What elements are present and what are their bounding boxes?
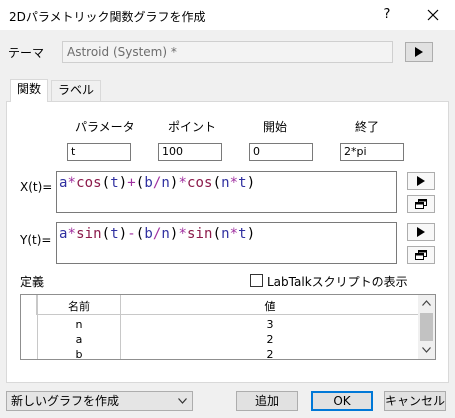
copy-window-icon — [415, 198, 427, 209]
row-value: 2 — [266, 333, 274, 346]
tab-label[interactable]: ラベル — [51, 80, 102, 101]
play-arrow-icon — [415, 47, 423, 57]
y-expression-editor[interactable]: a*sin(t)-(b/n)*sin(n*t) — [56, 222, 397, 264]
close-button[interactable] — [411, 0, 455, 30]
end-input[interactable]: 2*pi — [340, 143, 404, 161]
y-expression-menu-button[interactable] — [407, 223, 435, 241]
show-labtalk-label: LabTalkスクリプトの表示 — [267, 275, 408, 289]
chevron-down-icon — [178, 398, 187, 404]
cancel-button[interactable]: キャンセル — [384, 391, 446, 411]
copy-window-icon — [415, 249, 427, 260]
parameter-input[interactable]: t — [67, 143, 131, 161]
definitions-table[interactable]: 名前 値 n 3 a 2 b 2 — [20, 294, 436, 360]
row-value: 2 — [266, 348, 274, 360]
x-expression-text: a*cos(t)+(b/n)*cos(n*t) — [59, 175, 256, 191]
points-input[interactable]: 100 — [158, 143, 222, 161]
row-name: n — [75, 318, 83, 331]
scrollbar-thumb[interactable] — [420, 313, 433, 341]
row-name: a — [75, 333, 83, 346]
title-bar: 2Dパラメトリック関数グラフを作成 ? — [0, 0, 455, 30]
graph-mode-dropdown[interactable]: 新しいグラフを作成 — [6, 391, 193, 411]
column-header-value: 値 — [264, 300, 276, 313]
row-value: 3 — [266, 318, 274, 331]
y-expression-text: a*sin(t)-(b/n)*sin(n*t) — [59, 226, 256, 242]
y-expression-label: Y(t)= — [20, 233, 52, 247]
play-arrow-icon — [417, 176, 425, 186]
definitions-label: 定義 — [20, 275, 45, 289]
column-header-name: 名前 — [68, 300, 90, 313]
scroll-up-icon[interactable] — [422, 300, 431, 306]
param-header-parameter: パラメータ — [75, 120, 135, 134]
theme-menu-button[interactable] — [405, 42, 433, 62]
table-header: 名前 値 — [21, 295, 419, 315]
ok-button[interactable]: OK — [311, 391, 373, 411]
table-corner — [21, 295, 37, 315]
row-name: b — [75, 348, 83, 360]
scroll-down-icon[interactable] — [422, 347, 431, 353]
table-scrollbar[interactable] — [418, 295, 435, 359]
x-expression-editor[interactable]: a*cos(t)+(b/n)*cos(n*t) — [56, 171, 397, 213]
close-icon — [427, 9, 439, 21]
add-button[interactable]: 追加 — [236, 391, 298, 411]
help-button[interactable]: ? — [374, 0, 400, 30]
show-labtalk-checkbox[interactable] — [250, 274, 263, 287]
window-title: 2Dパラメトリック関数グラフを作成 — [9, 10, 206, 24]
graph-mode-value: 新しいグラフを作成 — [11, 394, 120, 408]
start-input[interactable]: 0 — [249, 143, 313, 161]
x-expression-label: X(t)= — [20, 180, 53, 194]
param-header-end: 終了 — [355, 120, 380, 134]
theme-label: テーマ — [8, 46, 45, 60]
play-arrow-icon — [417, 227, 425, 237]
x-expression-menu-button[interactable] — [407, 172, 435, 190]
param-header-points: ポイント — [168, 120, 217, 134]
param-header-start: 開始 — [263, 120, 288, 134]
theme-field: Astroid (System) * — [62, 41, 393, 63]
x-expression-expand-button[interactable] — [407, 195, 435, 213]
tab-function[interactable]: 関数 — [10, 79, 49, 102]
y-expression-expand-button[interactable] — [407, 246, 435, 264]
